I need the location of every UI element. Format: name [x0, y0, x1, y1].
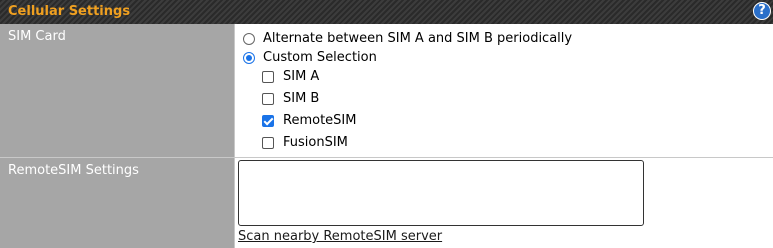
checkbox-fusionsim-label: FusionSIM	[283, 135, 348, 150]
radio-custom-selection-input[interactable]	[243, 51, 255, 64]
section-header: Cellular Settings ?	[0, 0, 773, 24]
scan-remotesim-link[interactable]: Scan nearby RemoteSIM server	[238, 229, 442, 244]
remotesim-server-textarea[interactable]	[238, 160, 644, 226]
radio-alternate-sim-label: Alternate between SIM A and SIM B period…	[263, 31, 573, 46]
checkbox-fusionsim[interactable]: FusionSIM	[262, 135, 348, 150]
sim-card-label-cell: SIM Card	[0, 24, 234, 157]
remotesim-settings-label: RemoteSIM Settings	[8, 163, 139, 178]
checkbox-remotesim-label: RemoteSIM	[283, 113, 357, 128]
section-title: Cellular Settings	[8, 4, 131, 19]
remotesim-label-cell: RemoteSIM Settings	[0, 158, 234, 248]
checkbox-sim-b-input[interactable]	[262, 92, 274, 105]
checkbox-sim-a-input[interactable]	[262, 70, 274, 83]
checkbox-sim-b-label: SIM B	[283, 91, 320, 106]
checkbox-fusionsim-input[interactable]	[262, 136, 274, 149]
help-icon[interactable]: ?	[753, 2, 771, 20]
checkbox-remotesim[interactable]: RemoteSIM	[262, 113, 356, 128]
radio-alternate-sim[interactable]: Alternate between SIM A and SIM B period…	[243, 31, 572, 46]
cellular-settings-panel: Cellular Settings ? SIM Card Alternate b…	[0, 0, 773, 248]
radio-custom-selection-label: Custom Selection	[263, 50, 377, 65]
radio-custom-selection[interactable]: Custom Selection	[243, 50, 377, 65]
sim-card-label: SIM Card	[8, 29, 66, 44]
checkbox-sim-b[interactable]: SIM B	[262, 91, 319, 106]
checkbox-sim-a[interactable]: SIM A	[262, 69, 319, 84]
radio-alternate-sim-input[interactable]	[243, 32, 255, 45]
checkbox-sim-a-label: SIM A	[283, 69, 320, 84]
checkbox-remotesim-input[interactable]	[262, 114, 274, 127]
